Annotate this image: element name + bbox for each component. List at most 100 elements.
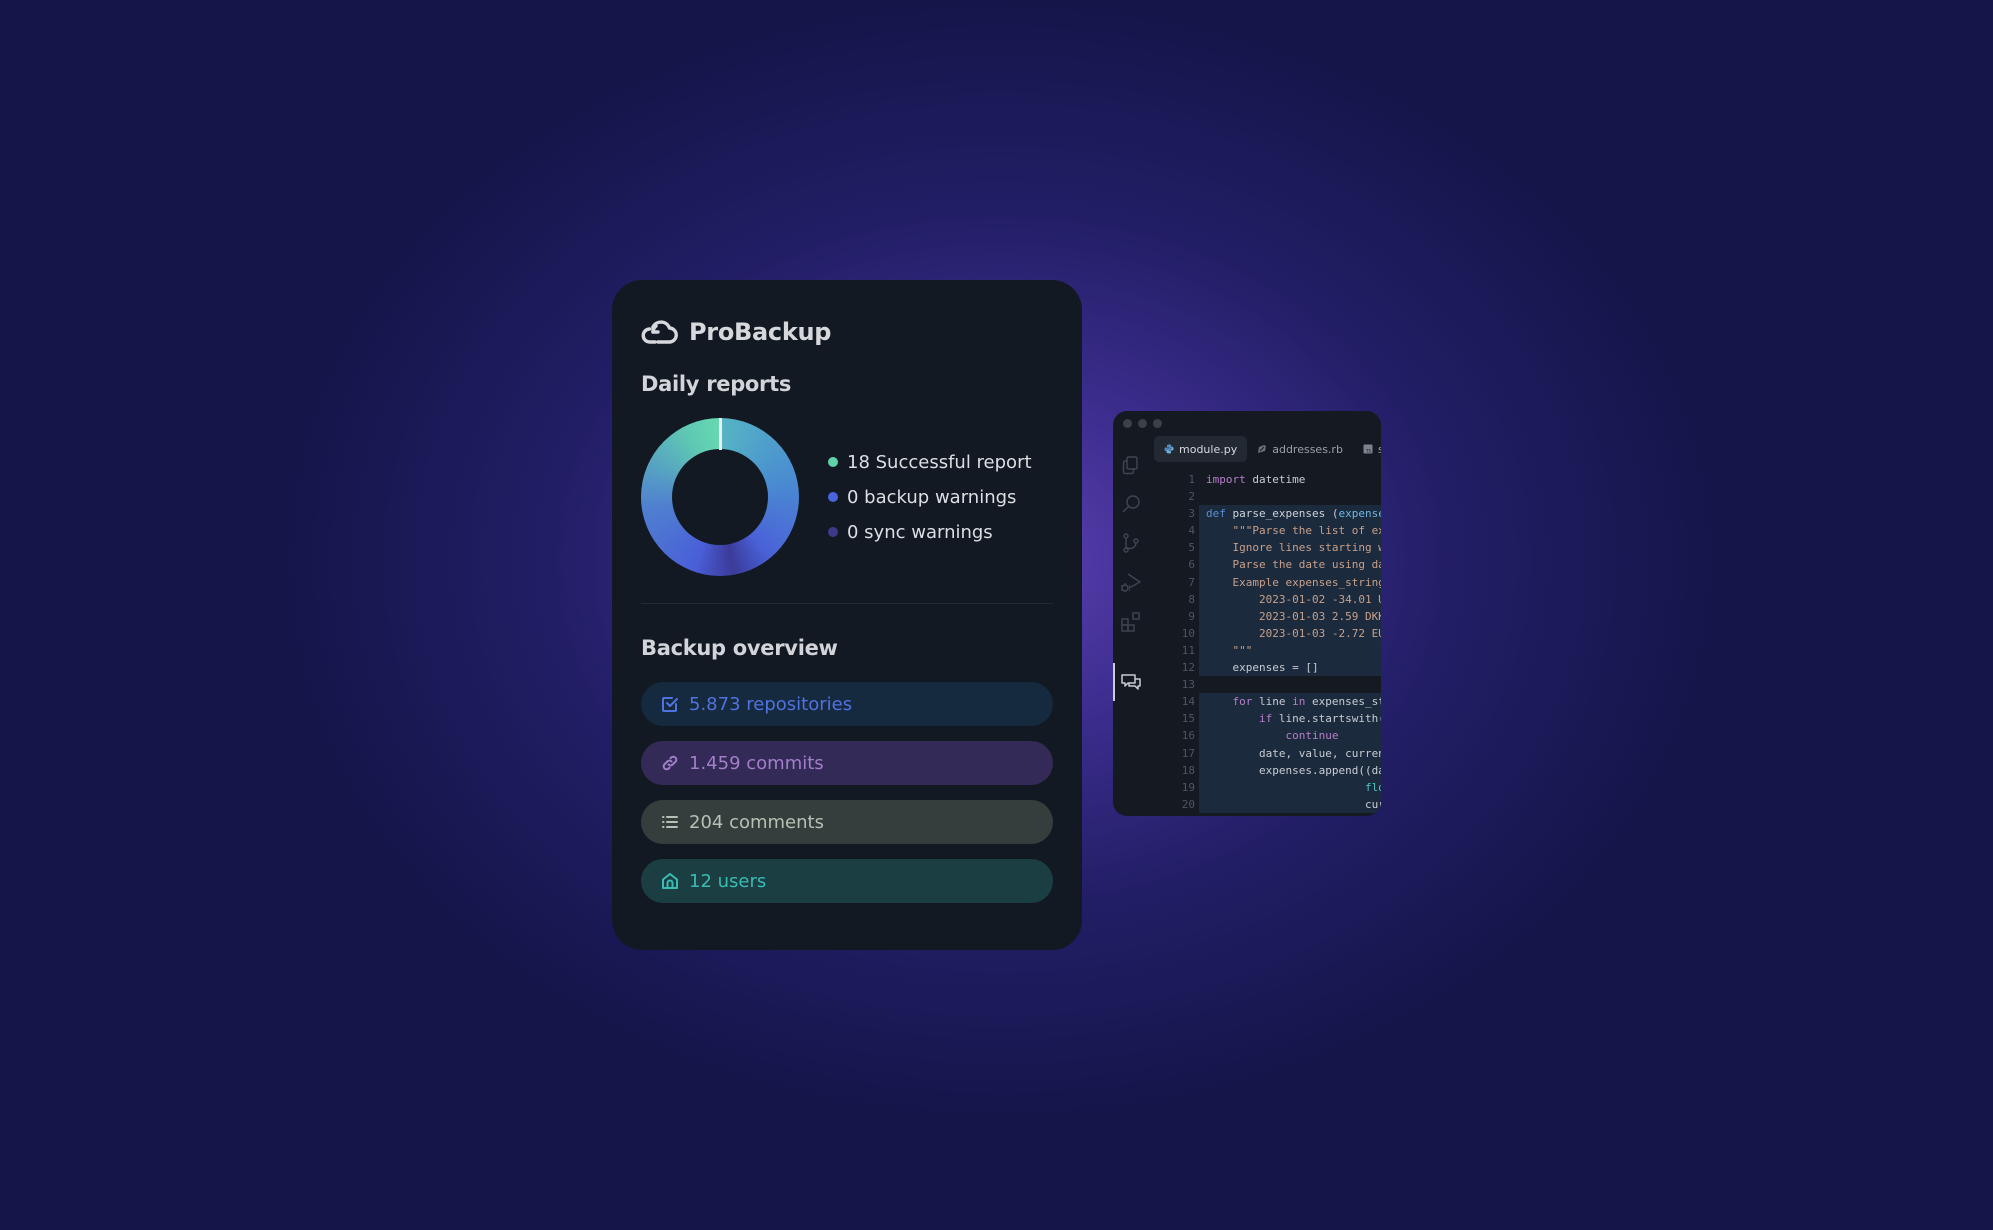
code-text: Example expenses_string [1206,575,1381,589]
maximize-window-button[interactable] [1153,419,1162,428]
code-text: for line in expenses_st [1206,695,1381,709]
brand: ProBackup [641,314,1053,350]
files-icon[interactable] [1120,454,1142,476]
overview-item-repositories[interactable]: 5.873 repositories [641,682,1053,726]
activity-bar [1113,441,1149,816]
code-line: 19 flo [1149,778,1381,796]
code-text: cur [1206,797,1381,811]
legend-dot [828,492,838,502]
code-text: 2023-01-03 -2.72 EUR [1206,626,1381,640]
line-number: 8 [1188,592,1195,606]
overview-item-comments[interactable]: 204 comments [641,800,1053,844]
donut-start-marker [719,418,722,450]
code-text: date, value, curren [1206,746,1381,760]
code-line: 4 """Parse the list of exp [1149,522,1381,540]
legend-dot [828,457,838,467]
code-line: 2 [1149,488,1381,505]
overview-item-commits[interactable]: 1.459 commits [641,741,1053,785]
svg-text:TS: TS [1365,449,1371,454]
tab-label: s [1377,442,1381,456]
tab-label: module.py [1179,442,1238,456]
legend-item-backup-warnings: 0 backup warnings [828,486,1032,509]
line-number: 12 [1181,661,1195,675]
editor-tabs: module.py addresses.rb TS s [1154,436,1381,462]
overview-list: 5.873 repositories 1.459 commits 204 com… [641,682,1053,903]
line-number: 14 [1181,695,1195,709]
overview-label: 5.873 repositories [689,693,853,715]
tab-addresses-rb[interactable]: addresses.rb [1247,436,1353,462]
line-number: 15 [1181,712,1195,726]
code-text: 2023-01-02 -34.01 US [1206,592,1381,606]
line-number: 11 [1181,643,1195,657]
link-icon [662,755,678,771]
code-text: expenses = [] [1206,661,1319,675]
overview-item-users[interactable]: 12 users [641,859,1053,903]
code-area[interactable]: 1 import datetime 2 3 def parse_expenses (ex… [1149,471,1381,816]
legend-label: 18 Successful report [847,451,1032,473]
chat-icon[interactable] [1120,671,1142,693]
line-number: 1 [1188,473,1195,486]
overview-label: 12 users [689,870,767,892]
line-number: 5 [1188,541,1195,555]
extensions-icon[interactable] [1120,611,1142,633]
line-number: 7 [1188,575,1195,589]
code-line: 15 if line.startswith( [1149,710,1381,728]
code-text: """Parse the list of exp [1206,524,1381,538]
line-number: 17 [1181,746,1195,760]
search-icon[interactable] [1120,493,1142,515]
run-debug-icon[interactable] [1120,571,1142,593]
code-line: 10 2023-01-03 -2.72 EUR [1149,624,1381,642]
window-controls [1123,419,1162,428]
code-text: Ignore lines starting wi [1206,541,1381,555]
code-line: 5 Ignore lines starting wi [1149,539,1381,557]
code-text: flo [1206,780,1381,794]
typescript-icon: TS [1363,444,1373,454]
line-number: 3 [1188,507,1195,521]
legend-label: 0 backup warnings [847,486,1017,508]
code-line: 7 Example expenses_string [1149,573,1381,591]
tab-module-py[interactable]: module.py [1154,436,1248,462]
list-icon [662,816,678,828]
code-line: 8 2023-01-02 -34.01 US [1149,590,1381,608]
source-control-icon[interactable] [1120,532,1142,554]
line-number: 9 [1188,609,1195,623]
line-number: 10 [1181,626,1195,640]
code-text: import datetime [1206,473,1306,486]
line-number: 2 [1188,490,1195,504]
home-icon [662,873,678,889]
tab-label: addresses.rb [1272,442,1343,456]
minimize-window-button[interactable] [1138,419,1147,428]
code-line: 18 expenses.append((da [1149,761,1381,779]
probackup-card: ProBackup Daily reports 18 Successful re… [612,280,1082,950]
code-text: Parse the date using da [1206,558,1381,572]
app-name: ProBackup [689,318,832,346]
code-text: 2023-01-03 2.59 DKK [1206,609,1381,623]
code-text: def parse_expenses (expenses [1206,507,1381,521]
legend-item-successful: 18 Successful report [828,451,1032,474]
line-number: 16 [1181,729,1195,743]
code-line: 20 cur [1149,795,1381,813]
code-line: 16 continue [1149,727,1381,745]
code-line: 12 expenses = [] [1149,659,1381,677]
cloud-sync-icon [641,320,678,344]
overview-label: 1.459 commits [689,752,824,774]
python-icon [1164,444,1174,454]
code-text: continue [1206,729,1339,743]
daily-reports-chart: 18 Successful report 0 backup warnings 0… [641,417,1053,577]
overview-label: 204 comments [689,811,824,833]
code-text: if line.startswith( [1206,712,1381,726]
line-number: 19 [1181,780,1195,794]
tab-typescript[interactable]: TS s [1353,436,1381,462]
code-line: 1 import datetime [1149,471,1381,488]
line-number: 20 [1181,797,1195,811]
code-text: """ [1206,643,1253,657]
chart-legend: 18 Successful report 0 backup warnings 0… [828,451,1032,544]
legend-label: 0 sync warnings [847,521,993,543]
code-line: 11 """ [1149,641,1381,660]
checkbox-icon [662,697,678,712]
close-window-button[interactable] [1123,419,1132,428]
code-line: 3 def parse_expenses (expenses [1149,505,1381,523]
backup-overview-title: Backup overview [641,636,838,660]
donut-hole [672,449,768,545]
divider [641,603,1053,604]
